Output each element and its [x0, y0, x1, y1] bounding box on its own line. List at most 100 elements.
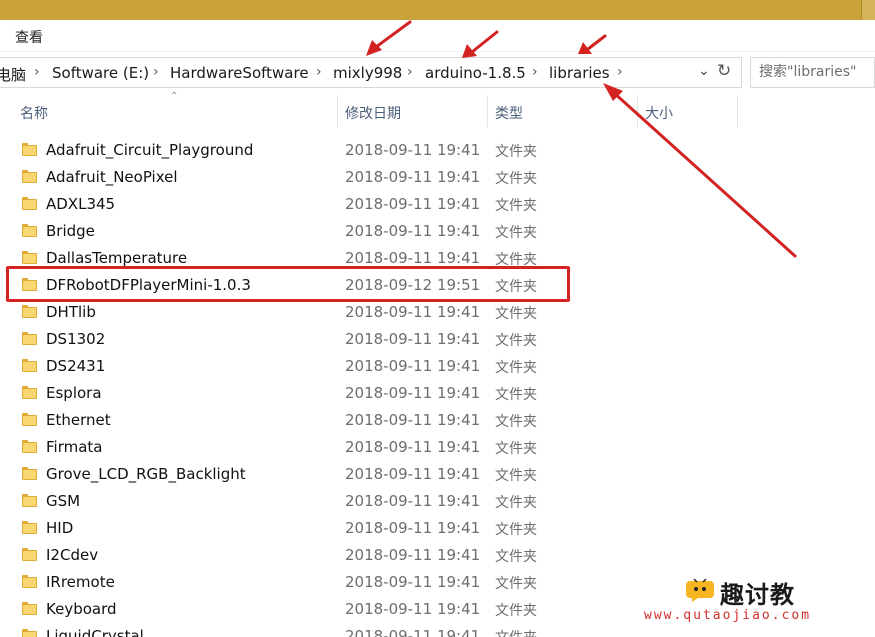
file-type: 文件夹 — [495, 306, 537, 322]
file-type: 文件夹 — [495, 576, 537, 592]
chevron-right-icon[interactable]: › — [532, 64, 538, 80]
column-divider[interactable] — [737, 95, 738, 127]
crumb-software-drive[interactable]: Software (E:) — [52, 64, 149, 82]
folder-icon — [22, 386, 37, 399]
column-name[interactable]: 名称 — [20, 103, 48, 123]
chat-bubble-logo-icon — [686, 578, 714, 602]
file-date: 2018-09-11 19:41 — [345, 519, 481, 537]
file-name: LiquidCrystal — [46, 627, 144, 637]
column-date[interactable]: 修改日期 — [345, 103, 401, 123]
ribbon-top-bar — [0, 0, 875, 20]
chevron-down-icon[interactable]: ⌄ — [698, 63, 710, 79]
sort-up-icon: ⌃ — [170, 91, 179, 102]
folder-icon — [22, 629, 37, 637]
view-menu[interactable]: 查看 — [15, 27, 43, 47]
search-box[interactable] — [750, 57, 875, 88]
file-date: 2018-09-11 19:41 — [345, 627, 481, 637]
column-type[interactable]: 类型 — [495, 103, 523, 123]
file-date: 2018-09-11 19:41 — [345, 573, 481, 591]
file-row[interactable]: I2Cdev 2018-09-11 19:41 文件夹 — [0, 542, 875, 569]
file-date: 2018-09-11 19:41 — [345, 249, 481, 267]
refresh-icon[interactable]: ↻ — [717, 61, 731, 81]
folder-icon — [22, 548, 37, 561]
watermark-url: www.qutaojiao.com — [644, 608, 812, 623]
file-name: DHTlib — [46, 303, 96, 321]
file-name: Esplora — [46, 384, 102, 402]
file-date: 2018-09-11 19:41 — [345, 600, 481, 618]
file-row[interactable]: DHTlib 2018-09-11 19:41 文件夹 — [0, 299, 875, 326]
folder-icon — [22, 170, 37, 183]
chevron-right-icon[interactable]: › — [617, 64, 623, 80]
watermark-title: 趣讨教 — [720, 581, 795, 609]
file-name: DS2431 — [46, 357, 106, 375]
file-row[interactable]: HID 2018-09-11 19:41 文件夹 — [0, 515, 875, 542]
file-row[interactable]: DS2431 2018-09-11 19:41 文件夹 — [0, 353, 875, 380]
address-bar[interactable]: 电脑 › Software (E:) › HardwareSoftware › … — [0, 57, 742, 88]
file-row[interactable]: LiquidCrystal 2018-09-11 19:41 文件夹 — [0, 623, 875, 637]
folder-icon — [22, 224, 37, 237]
file-date: 2018-09-11 19:41 — [345, 195, 481, 213]
folder-icon — [22, 440, 37, 453]
file-row[interactable]: Adafruit_Circuit_Playground 2018-09-11 19… — [0, 137, 875, 164]
file-type: 文件夹 — [495, 333, 537, 349]
file-name: Bridge — [46, 222, 95, 240]
crumb-mixly998[interactable]: mixly998 — [333, 64, 402, 82]
file-row[interactable]: Ethernet 2018-09-11 19:41 文件夹 — [0, 407, 875, 434]
file-type: 文件夹 — [495, 441, 537, 457]
crumb-hardwaresoftware[interactable]: HardwareSoftware — [170, 64, 309, 82]
file-name: DallasTemperature — [46, 249, 188, 267]
file-row[interactable]: DS1302 2018-09-11 19:41 文件夹 — [0, 326, 875, 353]
chevron-right-icon[interactable]: › — [153, 64, 159, 80]
file-date: 2018-09-11 19:41 — [345, 438, 481, 456]
file-type: 文件夹 — [495, 603, 537, 619]
file-name: IRremote — [46, 573, 115, 591]
file-row[interactable]: Bridge 2018-09-11 19:41 文件夹 — [0, 218, 875, 245]
file-row[interactable]: Grove_LCD_RGB_Backlight 2018-09-11 19:41 文… — [0, 461, 875, 488]
folder-icon — [22, 143, 37, 156]
file-type: 文件夹 — [495, 225, 537, 241]
file-name: Grove_LCD_RGB_Backlight — [46, 465, 246, 483]
file-row[interactable]: Firmata 2018-09-11 19:41 文件夹 — [0, 434, 875, 461]
column-divider[interactable] — [637, 95, 638, 127]
crumb-libraries[interactable]: libraries — [549, 64, 610, 82]
file-type: 文件夹 — [495, 171, 537, 187]
file-name: GSM — [46, 492, 81, 510]
column-divider[interactable] — [487, 95, 488, 127]
file-name: ADXL345 — [46, 195, 116, 213]
folder-icon — [22, 332, 37, 345]
file-date: 2018-09-11 19:41 — [345, 303, 481, 321]
folder-icon — [22, 521, 37, 534]
file-row[interactable]: Esplora 2018-09-11 19:41 文件夹 — [0, 380, 875, 407]
highlight-box — [6, 266, 570, 302]
folder-icon — [22, 575, 37, 588]
file-date: 2018-09-11 19:41 — [345, 222, 481, 240]
crumb-arduino[interactable]: arduino-1.8.5 — [425, 64, 526, 82]
file-row[interactable]: Adafruit_NeoPixel 2018-09-11 19:41 文件夹 — [0, 164, 875, 191]
file-type: 文件夹 — [495, 549, 537, 565]
file-name: Adafruit_Circuit_Playground — [46, 141, 254, 159]
file-date: 2018-09-11 19:41 — [345, 141, 481, 159]
file-date: 2018-09-11 19:41 — [345, 357, 481, 375]
file-type: 文件夹 — [495, 468, 537, 484]
crumb-pc[interactable]: 电脑 — [0, 64, 26, 85]
folder-icon — [22, 251, 37, 264]
file-name: Keyboard — [46, 600, 117, 618]
chevron-right-icon[interactable]: › — [316, 64, 322, 80]
chevron-right-icon[interactable]: › — [407, 64, 413, 80]
file-row[interactable]: GSM 2018-09-11 19:41 文件夹 — [0, 488, 875, 515]
file-date: 2018-09-11 19:41 — [345, 465, 481, 483]
menu-bar: 查看 — [0, 20, 875, 52]
column-divider[interactable] — [337, 95, 338, 127]
file-name: DS1302 — [46, 330, 106, 348]
file-date: 2018-09-11 19:41 — [345, 168, 481, 186]
file-date: 2018-09-11 19:41 — [345, 384, 481, 402]
file-type: 文件夹 — [495, 360, 537, 376]
file-date: 2018-09-11 19:41 — [345, 546, 481, 564]
column-size[interactable]: 大小 — [645, 103, 673, 123]
folder-icon — [22, 359, 37, 372]
folder-icon — [22, 602, 37, 615]
file-row[interactable]: ADXL345 2018-09-11 19:41 文件夹 — [0, 191, 875, 218]
file-name: Firmata — [46, 438, 103, 456]
search-input[interactable] — [759, 58, 875, 86]
chevron-right-icon[interactable]: › — [34, 64, 40, 80]
